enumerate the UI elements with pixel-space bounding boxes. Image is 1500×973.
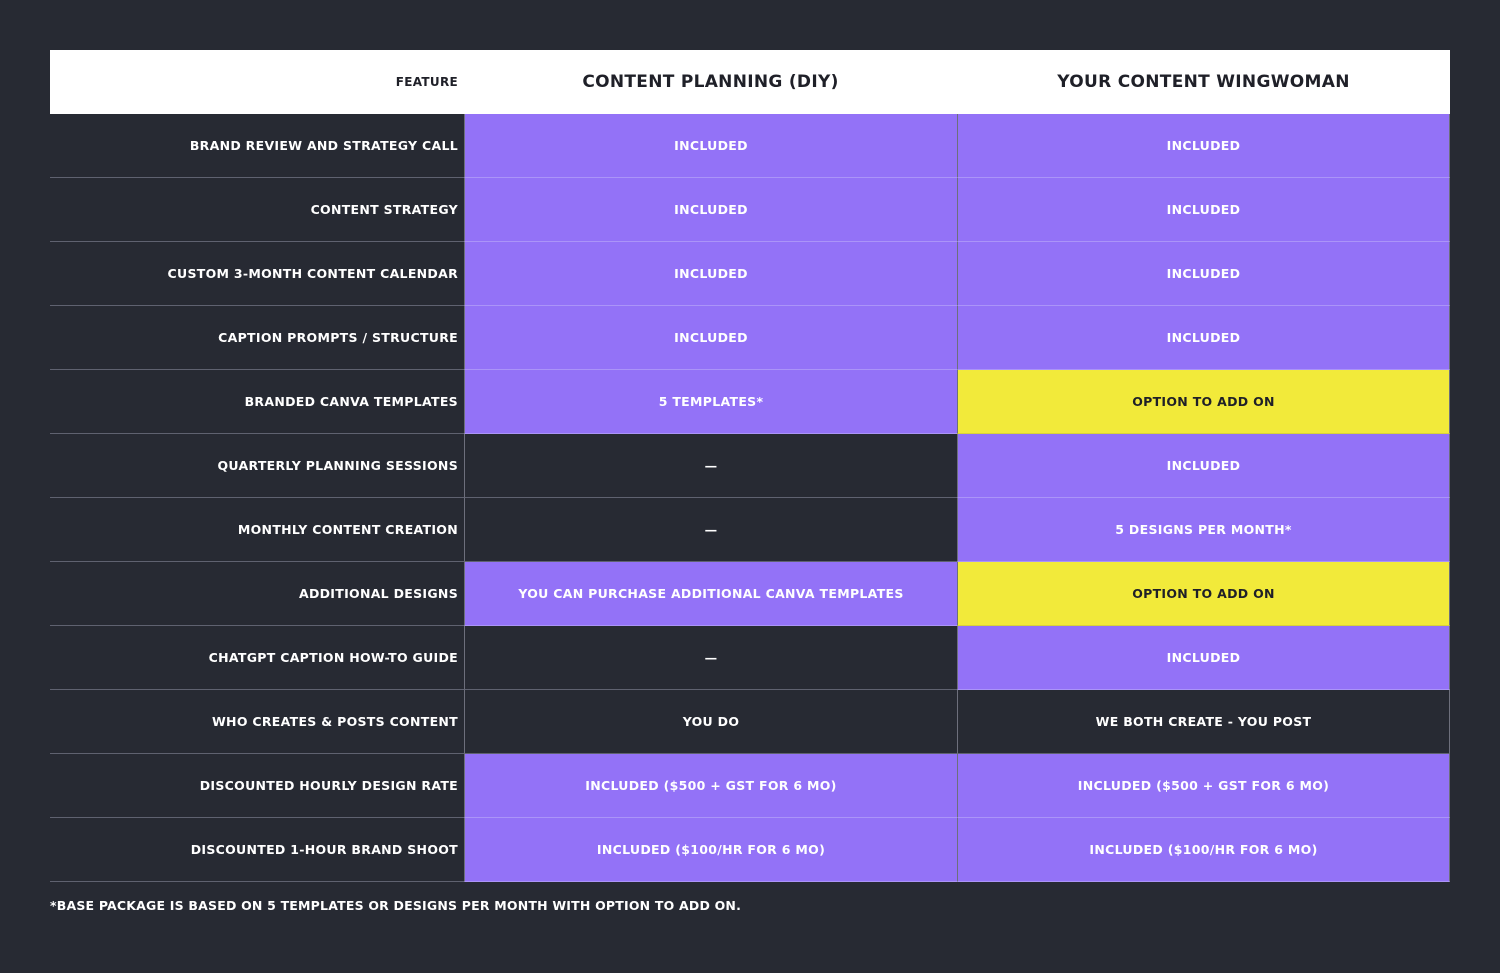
table-cell-content-wingwoman: INCLUDED	[957, 306, 1450, 370]
table-cell-content-planning-diy: —	[464, 434, 957, 498]
table-cell-content-planning-diy: INCLUDED	[464, 178, 957, 242]
table-cell-content-wingwoman: INCLUDED ($500 + GST FOR 6 MO)	[957, 754, 1450, 818]
table-row-feature: CAPTION PROMPTS / STRUCTURE	[50, 306, 464, 370]
table-cell-content-wingwoman: INCLUDED	[957, 242, 1450, 306]
table-cell-content-wingwoman: 5 DESIGNS PER MONTH*	[957, 498, 1450, 562]
table-cell-content-planning-diy: —	[464, 626, 957, 690]
table-cell-content-wingwoman: INCLUDED ($100/HR FOR 6 MO)	[957, 818, 1450, 882]
table-cell-content-planning-diy: INCLUDED	[464, 306, 957, 370]
table-cell-content-wingwoman: INCLUDED	[957, 626, 1450, 690]
table-row-feature: DISCOUNTED 1-HOUR BRAND SHOOT	[50, 818, 464, 882]
table-row-feature: WHO CREATES & POSTS CONTENT	[50, 690, 464, 754]
header-content-planning-diy: CONTENT PLANNING (DIY)	[464, 50, 957, 114]
table-cell-content-planning-diy: YOU DO	[464, 690, 957, 754]
table-row-feature: CONTENT STRATEGY	[50, 178, 464, 242]
table-cell-content-wingwoman: INCLUDED	[957, 178, 1450, 242]
table-row-feature: BRAND REVIEW AND STRATEGY CALL	[50, 114, 464, 178]
table-cell-content-planning-diy: INCLUDED ($100/HR FOR 6 MO)	[464, 818, 957, 882]
table-cell-content-planning-diy: INCLUDED	[464, 242, 957, 306]
table-cell-content-planning-diy: YOU CAN PURCHASE ADDITIONAL CANVA TEMPLA…	[464, 562, 957, 626]
table-row-feature: CHATGPT CAPTION HOW-TO GUIDE	[50, 626, 464, 690]
table-row-feature: MONTHLY CONTENT CREATION	[50, 498, 464, 562]
table-cell-content-planning-diy: INCLUDED	[464, 114, 957, 178]
footnote: *BASE PACKAGE IS BASED ON 5 TEMPLATES OR…	[50, 898, 742, 913]
table-cell-content-wingwoman: OPTION TO ADD ON	[957, 562, 1450, 626]
table-cell-content-planning-diy: 5 TEMPLATES*	[464, 370, 957, 434]
comparison-table: FEATURE CONTENT PLANNING (DIY) YOUR CONT…	[50, 50, 1450, 882]
table-cell-content-planning-diy: —	[464, 498, 957, 562]
header-content-wingwoman: YOUR CONTENT WINGWOMAN	[957, 50, 1450, 114]
table-cell-content-wingwoman: OPTION TO ADD ON	[957, 370, 1450, 434]
table-row-feature: DISCOUNTED HOURLY DESIGN RATE	[50, 754, 464, 818]
table-row-feature: ADDITIONAL DESIGNS	[50, 562, 464, 626]
table-cell-content-wingwoman: INCLUDED	[957, 114, 1450, 178]
table-cell-content-planning-diy: INCLUDED ($500 + GST FOR 6 MO)	[464, 754, 957, 818]
table-row-feature: BRANDED CANVA TEMPLATES	[50, 370, 464, 434]
table-row-feature: CUSTOM 3-MONTH CONTENT CALENDAR	[50, 242, 464, 306]
header-feature: FEATURE	[50, 50, 464, 114]
table-cell-content-wingwoman: WE BOTH CREATE - YOU POST	[957, 690, 1450, 754]
table-row-feature: QUARTERLY PLANNING SESSIONS	[50, 434, 464, 498]
table-cell-content-wingwoman: INCLUDED	[957, 434, 1450, 498]
